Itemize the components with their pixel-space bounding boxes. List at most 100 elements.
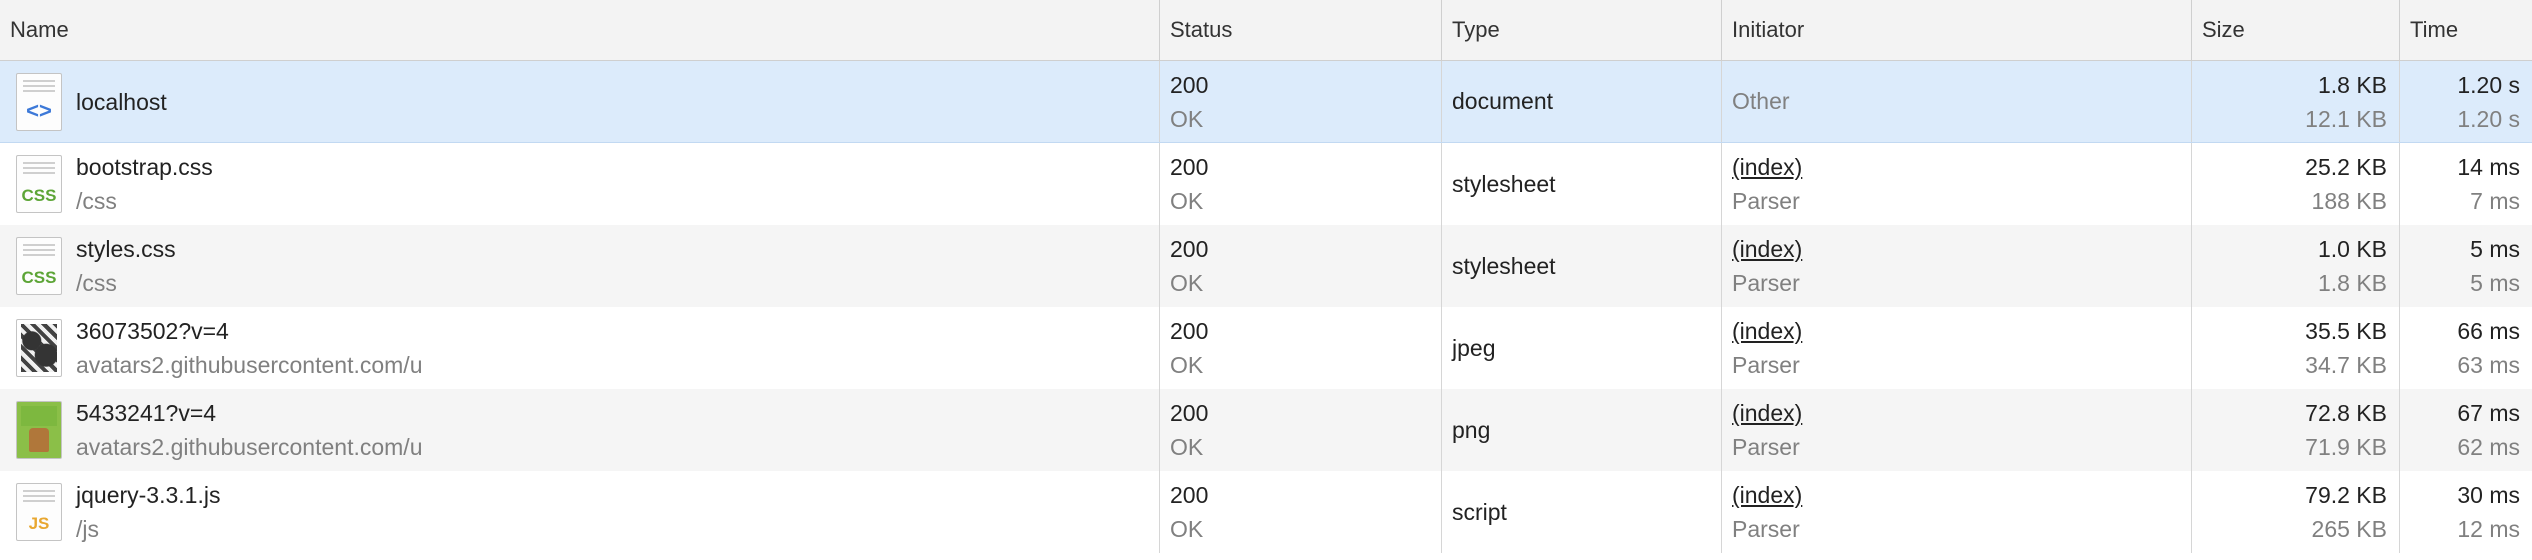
column-header-time[interactable]: Time [2400, 0, 2532, 60]
name-cell: <> localhost [0, 61, 1160, 142]
status-text: OK [1170, 516, 1204, 542]
request-type: png [1452, 416, 1491, 443]
status-cell: 200 OK [1160, 471, 1442, 553]
type-cell: jpeg [1442, 307, 1722, 389]
request-type: script [1452, 498, 1507, 525]
time-cell: 66 ms 63 ms [2400, 307, 2532, 389]
css-file-icon: CSS [16, 237, 62, 295]
image-thumbnail-icon [16, 319, 62, 377]
status-cell: 200 OK [1160, 389, 1442, 471]
status-code: 200 [1170, 482, 1209, 508]
table-row[interactable]: 36073502?v=4 avatars2.githubusercontent.… [0, 307, 2532, 389]
status-text: OK [1170, 270, 1204, 296]
type-cell: document [1442, 61, 1722, 142]
request-path: avatars2.githubusercontent.com/u [76, 434, 423, 460]
column-header-name[interactable]: Name [0, 0, 1160, 60]
request-name[interactable]: 5433241?v=4 [76, 396, 422, 430]
table-row[interactable]: <> localhost 200 OK document Other 1.8 K… [0, 61, 2532, 143]
status-text: OK [1170, 188, 1204, 214]
status-text: OK [1170, 352, 1204, 378]
request-type: jpeg [1452, 334, 1496, 361]
resource-size: 71.9 KB [2305, 434, 2387, 460]
time-cell: 14 ms 7 ms [2400, 143, 2532, 225]
initiator-link[interactable]: (index) [1732, 232, 2191, 266]
transfer-size: 1.0 KB [2317, 236, 2387, 262]
initiator-cell: (index) Parser [1722, 225, 2192, 307]
name-cell: 5433241?v=4 avatars2.githubusercontent.c… [0, 389, 1160, 471]
initiator-cell: (index) Parser [1722, 143, 2192, 225]
table-row[interactable]: 5433241?v=4 avatars2.githubusercontent.c… [0, 389, 2532, 471]
total-time: 14 ms [2457, 154, 2520, 180]
transfer-size: 25.2 KB [2305, 154, 2387, 180]
status-cell: 200 OK [1160, 143, 1442, 225]
status-text: OK [1170, 105, 1204, 132]
status-code: 200 [1170, 154, 1209, 180]
size-cell: 72.8 KB 71.9 KB [2192, 389, 2400, 471]
status-code: 200 [1170, 71, 1209, 98]
time-cell: 67 ms 62 ms [2400, 389, 2532, 471]
latency-time: 7 ms [2470, 188, 2520, 214]
initiator-link[interactable]: (index) [1732, 150, 2191, 184]
column-header-type[interactable]: Type [1442, 0, 1722, 60]
type-cell: png [1442, 389, 1722, 471]
total-time: 67 ms [2457, 400, 2520, 426]
status-code: 200 [1170, 236, 1209, 262]
table-row[interactable]: CSS bootstrap.css /css 200 OK stylesheet… [0, 143, 2532, 225]
time-cell: 1.20 s 1.20 s [2400, 61, 2532, 142]
initiator-cell: (index) Parser [1722, 389, 2192, 471]
resource-size: 34.7 KB [2305, 352, 2387, 378]
initiator-link[interactable]: (index) [1732, 396, 2191, 430]
name-cell: JS jquery-3.3.1.js /js [0, 471, 1160, 553]
request-name[interactable]: styles.css [76, 232, 176, 266]
name-cell: CSS styles.css /css [0, 225, 1160, 307]
resource-size: 12.1 KB [2305, 105, 2387, 132]
request-name[interactable]: bootstrap.css [76, 150, 213, 184]
latency-time: 1.20 s [2457, 105, 2520, 132]
latency-time: 62 ms [2457, 434, 2520, 460]
request-path: /css [76, 188, 117, 214]
latency-time: 12 ms [2457, 516, 2520, 542]
type-cell: stylesheet [1442, 225, 1722, 307]
type-cell: stylesheet [1442, 143, 1722, 225]
transfer-size: 72.8 KB [2305, 400, 2387, 426]
column-header-status[interactable]: Status [1160, 0, 1442, 60]
type-cell: script [1442, 471, 1722, 553]
request-path: /js [76, 516, 99, 542]
request-name[interactable]: 36073502?v=4 [76, 314, 422, 348]
column-header-size[interactable]: Size [2192, 0, 2400, 60]
initiator-link[interactable]: (index) [1732, 478, 2191, 512]
latency-time: 5 ms [2470, 270, 2520, 296]
resource-size: 265 KB [2311, 516, 2387, 542]
initiator-cell: (index) Parser [1722, 307, 2192, 389]
transfer-size: 79.2 KB [2305, 482, 2387, 508]
time-cell: 30 ms 12 ms [2400, 471, 2532, 553]
initiator-detail: Parser [1732, 434, 1800, 460]
status-code: 200 [1170, 318, 1209, 344]
js-file-icon: JS [16, 483, 62, 541]
total-time: 1.20 s [2457, 71, 2520, 98]
size-cell: 79.2 KB 265 KB [2192, 471, 2400, 553]
status-cell: 200 OK [1160, 61, 1442, 142]
total-time: 66 ms [2457, 318, 2520, 344]
latency-time: 63 ms [2457, 352, 2520, 378]
status-text: OK [1170, 434, 1204, 460]
image-thumbnail-icon [16, 401, 62, 459]
initiator-cell: Other [1722, 61, 2192, 142]
initiator-cell: (index) Parser [1722, 471, 2192, 553]
column-header-initiator[interactable]: Initiator [1722, 0, 2192, 60]
initiator-detail: Parser [1732, 352, 1800, 378]
initiator-detail: Parser [1732, 516, 1800, 542]
request-name[interactable]: jquery-3.3.1.js [76, 478, 220, 512]
resource-size: 188 KB [2311, 188, 2387, 214]
table-row[interactable]: JS jquery-3.3.1.js /js 200 OK script (in… [0, 471, 2532, 553]
total-time: 30 ms [2457, 482, 2520, 508]
time-cell: 5 ms 5 ms [2400, 225, 2532, 307]
initiator-value: Other [1732, 88, 1790, 114]
table-row[interactable]: CSS styles.css /css 200 OK stylesheet (i… [0, 225, 2532, 307]
initiator-detail: Parser [1732, 188, 1800, 214]
initiator-link[interactable]: (index) [1732, 314, 2191, 348]
transfer-size: 35.5 KB [2305, 318, 2387, 344]
request-path: avatars2.githubusercontent.com/u [76, 352, 423, 378]
request-name[interactable]: localhost [76, 85, 167, 119]
status-cell: 200 OK [1160, 307, 1442, 389]
